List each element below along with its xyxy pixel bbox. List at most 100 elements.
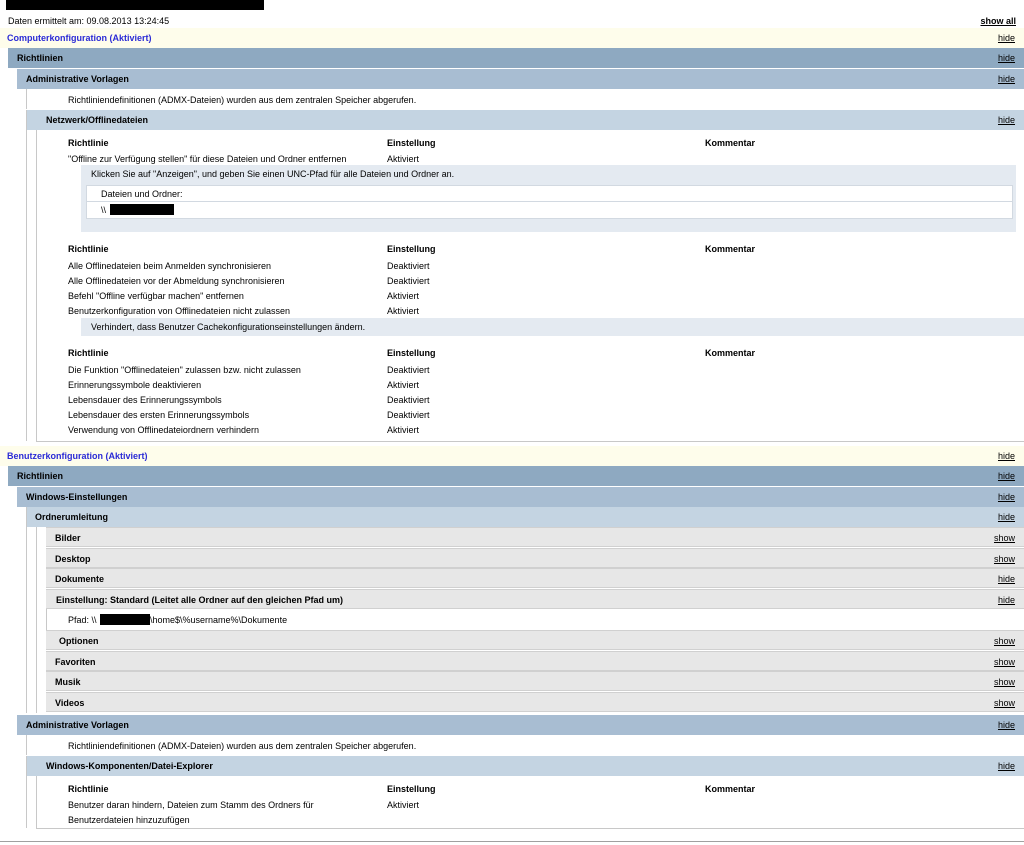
show-link[interactable]: show <box>994 554 1015 564</box>
col-header-setting: Einstellung <box>387 244 436 254</box>
tree-line <box>46 609 47 630</box>
folder-desktop[interactable]: Desktop show <box>46 548 1024 568</box>
folder-label: Dokumente <box>55 574 105 584</box>
page-bottom-border <box>0 841 1024 842</box>
col-header-comment: Kommentar <box>705 348 756 358</box>
user-admx-note: Richtliniendefinitionen (ADMX-Dateien) w… <box>68 741 417 751</box>
folder-musik[interactable]: Musik show <box>46 671 1024 691</box>
redacted-title <box>6 0 264 10</box>
folder-label: Videos <box>55 698 85 708</box>
policy-name: Alle Offlinedateien vor der Abmeldung sy… <box>68 276 285 286</box>
show-link[interactable]: show <box>994 636 1015 646</box>
windows-settings-header: Windows-Einstellungen hide <box>17 487 1024 507</box>
folder-videos[interactable]: Videos show <box>46 692 1024 712</box>
show-link[interactable]: show <box>994 533 1015 543</box>
tree-line <box>26 110 27 441</box>
hide-link[interactable]: hide <box>998 53 1015 63</box>
show-all-link[interactable]: show all <box>980 16 1016 26</box>
box-divider <box>87 201 1012 202</box>
col-header-comment: Kommentar <box>705 784 756 794</box>
explorer-header: Windows-Komponenten/Datei-Explorer hide <box>27 756 1024 776</box>
section-divider <box>36 828 1024 829</box>
policy-name: "Offline zur Verfügung stellen" für dies… <box>68 154 347 164</box>
policy-setting: Aktiviert <box>387 306 420 316</box>
policy-setting: Aktiviert <box>387 800 420 810</box>
hide-link[interactable]: hide <box>998 471 1015 481</box>
hide-link[interactable]: hide <box>998 595 1015 605</box>
policy-name: Verwendung von Offlinedateiordnern verhi… <box>68 425 259 435</box>
policy-explanation: Verhindert, dass Benutzer Cachekonfigura… <box>91 322 366 332</box>
hide-link[interactable]: hide <box>998 512 1015 522</box>
tree-line <box>36 527 37 713</box>
policy-name: Die Funktion "Offlinedateien" zulassen b… <box>68 365 301 375</box>
col-header-comment: Kommentar <box>705 138 756 148</box>
windows-settings-title: Windows-Einstellungen <box>26 492 128 502</box>
folder-options[interactable]: Optionen show <box>46 630 1024 650</box>
folder-redirect-title: Ordnerumleitung <box>35 512 109 522</box>
col-header-setting: Einstellung <box>387 784 436 794</box>
offline-files-header: Netzwerk/Offlinedateien hide <box>27 110 1024 130</box>
policy-setting: Deaktiviert <box>387 276 430 286</box>
folder-favoriten[interactable]: Favoriten show <box>46 651 1024 671</box>
col-header-setting: Einstellung <box>387 138 436 148</box>
policies-title: Richtlinien <box>17 53 64 63</box>
hide-link[interactable]: hide <box>998 761 1015 771</box>
policy-name: Befehl "Offline verfügbar machen" entfer… <box>68 291 244 301</box>
section-divider <box>36 441 1024 442</box>
files-folders-value: \\ <box>101 205 107 215</box>
files-folders-box <box>86 185 1013 219</box>
folder-dokumente[interactable]: Dokumente hide <box>46 568 1024 588</box>
hide-link[interactable]: hide <box>998 720 1015 730</box>
policy-setting: Aktiviert <box>387 291 420 301</box>
policy-name: Lebensdauer des ersten Erinnerungssymbol… <box>68 410 250 420</box>
policy-name-line1: Benutzer daran hindern, Dateien zum Stam… <box>68 800 314 810</box>
computer-config-title: Computerkonfiguration (Aktiviert) <box>7 33 152 43</box>
col-header-policy: Richtlinie <box>68 784 109 794</box>
policy-setting: Deaktiviert <box>387 410 430 420</box>
policy-name: Lebensdauer des Erinnerungssymbols <box>68 395 222 405</box>
tree-line <box>26 89 27 109</box>
policies-header: Richtlinien hide <box>8 48 1024 68</box>
admx-note: Richtliniendefinitionen (ADMX-Dateien) w… <box>68 95 417 105</box>
tree-line <box>36 776 37 828</box>
folder-label: Musik <box>55 677 81 687</box>
policy-name: Erinnerungssymbole deaktivieren <box>68 380 202 390</box>
show-link[interactable]: show <box>994 677 1015 687</box>
policy-setting: Aktiviert <box>387 425 420 435</box>
col-header-policy: Richtlinie <box>68 244 109 254</box>
folder-setting-title: Einstellung: Standard (Leitet alle Ordne… <box>56 595 344 605</box>
folder-label: Favoriten <box>55 657 96 667</box>
col-header-policy: Richtlinie <box>68 138 109 148</box>
tree-line <box>26 756 27 828</box>
user-admin-templates-header: Administrative Vorlagen hide <box>17 715 1024 735</box>
redacted-path <box>110 204 174 215</box>
policy-name: Alle Offlinedateien beim Anmelden synchr… <box>68 261 271 271</box>
folder-label: Optionen <box>59 636 99 646</box>
folder-label: Bilder <box>55 533 81 543</box>
hide-link[interactable]: hide <box>998 74 1015 84</box>
hide-link[interactable]: hide <box>998 574 1015 584</box>
files-folders-label: Dateien und Ordner: <box>101 189 183 199</box>
tree-line <box>26 507 27 713</box>
tree-line <box>26 735 27 755</box>
admin-templates-title: Administrative Vorlagen <box>26 74 129 84</box>
show-link[interactable]: show <box>994 698 1015 708</box>
offline-files-title: Netzwerk/Offlinedateien <box>46 115 149 125</box>
computer-config-header: Computerkonfiguration (Aktiviert) hide <box>0 28 1024 48</box>
policy-setting: Deaktiviert <box>387 395 430 405</box>
folder-bilder[interactable]: Bilder show <box>46 527 1024 547</box>
user-admin-templates-title: Administrative Vorlagen <box>26 720 129 730</box>
hide-link[interactable]: hide <box>998 115 1015 125</box>
folder-redirect-header: Ordnerumleitung hide <box>27 507 1024 527</box>
hide-link[interactable]: hide <box>998 492 1015 502</box>
hide-link[interactable]: hide <box>998 33 1015 43</box>
user-config-header: Benutzerkonfiguration (Aktiviert) hide <box>0 446 1024 466</box>
policy-setting: Aktiviert <box>387 154 420 164</box>
hide-link[interactable]: hide <box>998 451 1015 461</box>
policy-name: Benutzerkonfiguration von Offlinedateien… <box>68 306 290 316</box>
folder-path-suffix: \home$\%username%\Dokumente <box>150 615 288 625</box>
admin-templates-header: Administrative Vorlagen hide <box>17 69 1024 89</box>
col-header-policy: Richtlinie <box>68 348 109 358</box>
folder-path-prefix: Pfad: \\ <box>68 615 97 625</box>
show-link[interactable]: show <box>994 657 1015 667</box>
